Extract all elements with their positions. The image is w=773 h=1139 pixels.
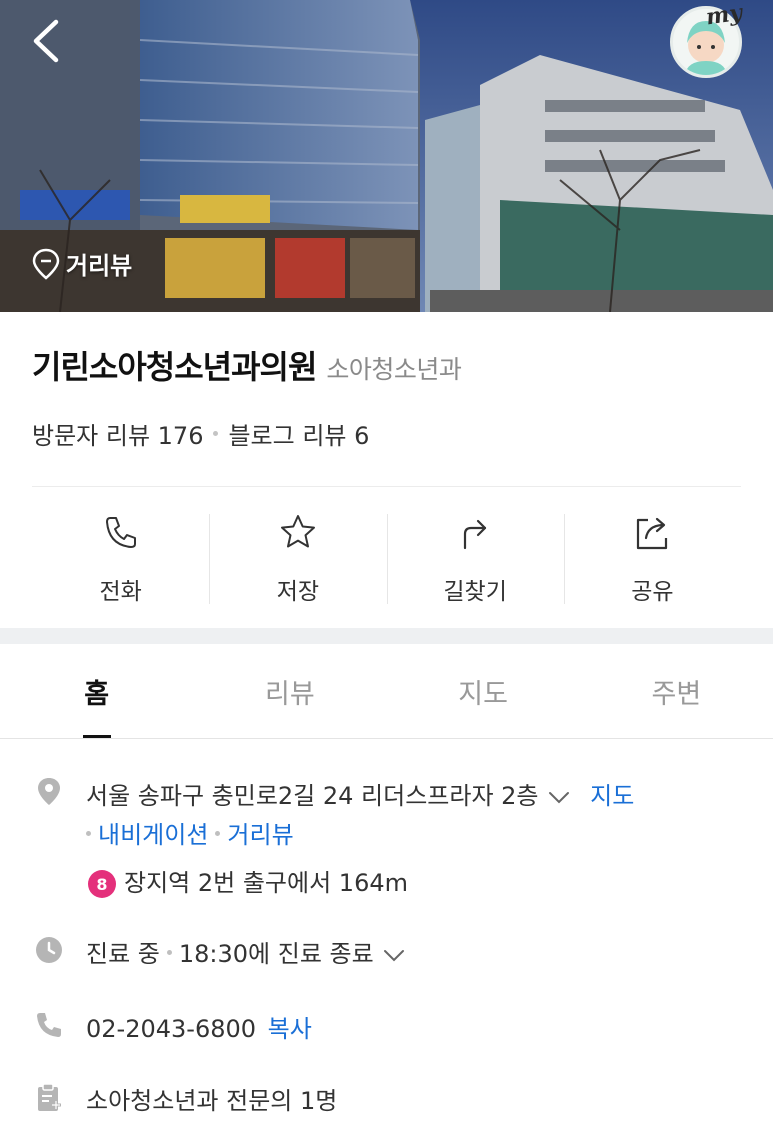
separator-dot [215, 831, 221, 836]
streetview-label: 거리뷰 [66, 252, 133, 280]
address-expand-chevron-icon[interactable] [545, 787, 573, 807]
tab-reviews[interactable]: 리뷰 [193, 644, 386, 738]
address-links-row: 내비게이션 거리뷰 [86, 815, 294, 850]
directions-label: 길찾기 [443, 579, 507, 605]
call-label: 전화 [99, 579, 142, 605]
share-icon [637, 517, 668, 550]
directions-button[interactable]: 길찾기 [386, 510, 564, 606]
directions-icon [464, 519, 487, 550]
clipboard-doctor-icon [38, 1083, 61, 1111]
visitor-review-count[interactable]: 방문자 리뷰 176 [32, 416, 203, 451]
phone-number[interactable]: 02-2043-6800 [86, 1015, 256, 1043]
streetview-button[interactable]: 거리뷰 [30, 246, 132, 281]
tab-home[interactable]: 홈 [0, 644, 193, 738]
navigation-link[interactable]: 내비게이션 [98, 821, 208, 849]
save-label: 저장 [276, 579, 320, 605]
specialists-row: 소아청소년과 전문의 1명 [86, 1081, 337, 1116]
copy-phone-button[interactable]: 복사 [268, 1015, 312, 1043]
address-text: 서울 송파구 충민로2길 24 리더스프라자 2층 [86, 782, 539, 810]
phone-row: 02-2043-6800 복사 [86, 1009, 312, 1044]
address-row: 서울 송파구 충민로2길 24 리더스프라자 2층 지도 [86, 776, 634, 811]
address-map-link[interactable]: 지도 [590, 782, 634, 810]
back-button[interactable] [26, 16, 70, 66]
action-bar: 전화 저장 길찾기 공유 [32, 510, 741, 606]
hours-row[interactable]: 진료 중 18:30에 진료 종료 [86, 934, 408, 969]
specialists-text: 소아청소년과 전문의 1명 [86, 1087, 338, 1115]
streetview-pin-icon [32, 248, 60, 280]
place-title-row: 기린소아청소년과의원 소아청소년과 [32, 342, 462, 388]
share-button[interactable]: 공유 [563, 510, 741, 606]
call-button[interactable]: 전화 [32, 510, 209, 606]
tab-nearby[interactable]: 주변 [580, 644, 773, 738]
blog-review-count[interactable]: 블로그 리뷰 6 [228, 416, 369, 451]
streetview-link[interactable]: 거리뷰 [227, 821, 293, 849]
star-icon [280, 515, 315, 548]
subway-row: 8 장지역 2번 출구에서 164m [88, 863, 408, 898]
review-counts: 방문자 리뷰 176 블로그 리뷰 6 [32, 416, 369, 451]
place-category: 소아청소년과 [326, 355, 462, 384]
clock-icon [36, 937, 62, 963]
street-photo[interactable]: my 거리뷰 [0, 0, 773, 312]
place-name: 기린소아청소년과의원 [32, 348, 317, 386]
subway-text: 장지역 2번 출구에서 164m [124, 869, 408, 897]
subway-line-badge: 8 [88, 870, 116, 898]
tab-map[interactable]: 지도 [387, 644, 580, 738]
hours-status: 진료 중 [86, 940, 160, 968]
divider [32, 486, 741, 487]
separator-dot [86, 831, 91, 836]
phone-icon [37, 1013, 61, 1037]
hours-expand-chevron-icon[interactable] [380, 945, 408, 965]
section-gap [0, 628, 773, 644]
tab-bar: 홈 리뷰 지도 주변 [0, 644, 773, 739]
separator-dot [213, 431, 219, 436]
phone-icon [105, 517, 136, 548]
separator-dot [166, 950, 172, 955]
save-button[interactable]: 저장 [209, 510, 386, 606]
share-label: 공유 [631, 579, 674, 605]
hours-detail: 18:30에 진료 종료 [178, 940, 374, 968]
my-label: my [704, 0, 744, 31]
location-pin-icon [38, 778, 60, 805]
